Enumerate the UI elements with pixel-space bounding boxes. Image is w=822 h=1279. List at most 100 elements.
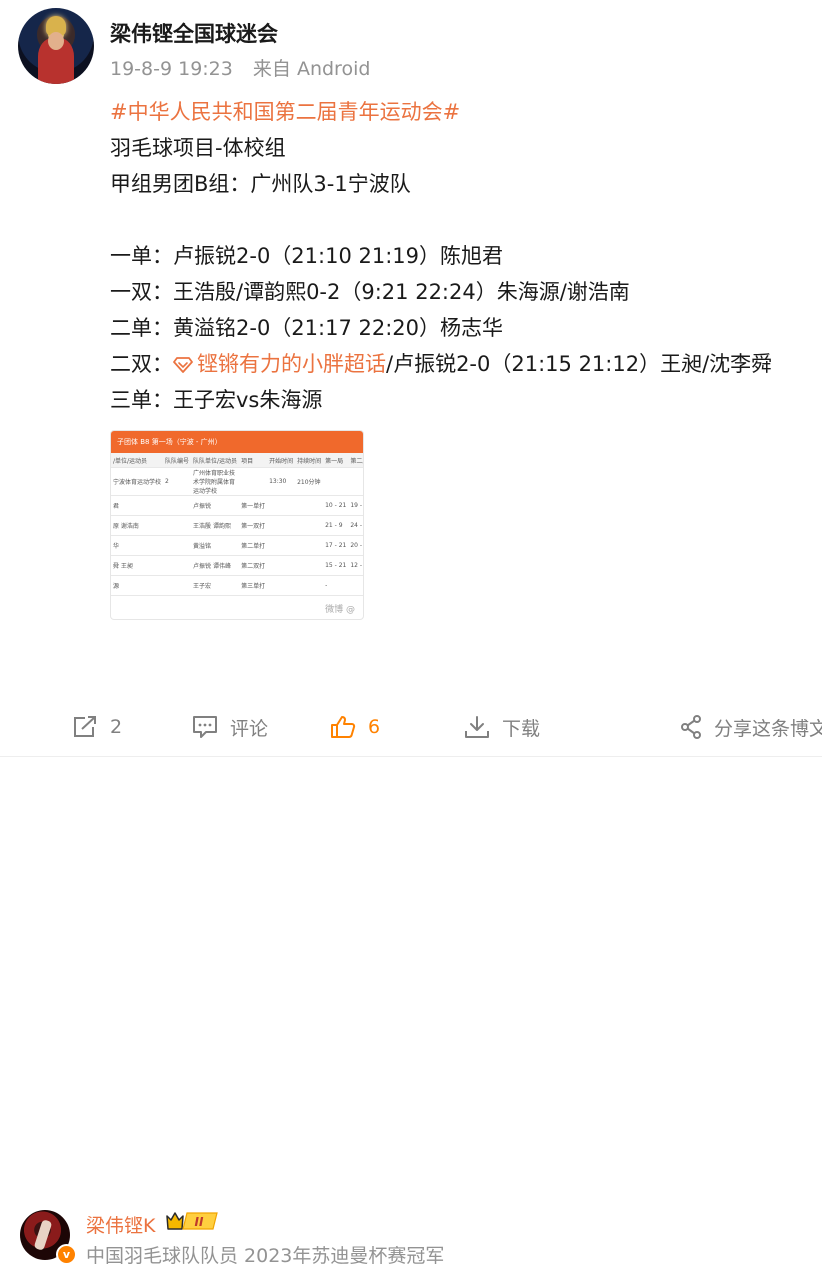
group-result-line: 甲组男团B组：广州队3-1宁波队 bbox=[110, 172, 411, 196]
thumbnail-cell: 24 - 22 bbox=[348, 515, 363, 536]
thumbnail-cell bbox=[348, 467, 363, 496]
thumbnail-cell: 卢振锐 谭伟峰 bbox=[191, 555, 240, 576]
thumbnail-row: 宁波体育运动学校 2 广州体育职业技术学院附属体育运动学校 13:30 210分… bbox=[111, 467, 363, 496]
thumbnail-cell bbox=[239, 467, 268, 496]
thumbnail-cell bbox=[323, 467, 349, 496]
thumbnail-cell: 第一双打 bbox=[239, 515, 268, 536]
thumbnail-cell bbox=[267, 535, 296, 556]
comment-icon bbox=[193, 716, 217, 738]
thumbnail-cell bbox=[295, 575, 324, 596]
share-icon bbox=[681, 715, 701, 739]
thumbnail-cell: 第一单打 bbox=[239, 495, 268, 516]
thumbnail-row: 华 黄溢铭 第二单打 17 - 21 20 - 22 bbox=[111, 535, 363, 556]
thumbnail-row: 舜 王昶 卢振锐 谭伟峰 第二双打 15 - 21 12 - 21 bbox=[111, 555, 363, 576]
thumbnail-header-row: /单位/运动员 队队编号 队队单位/运动员 项目 开始时间 持续时间 第一局 第… bbox=[111, 453, 363, 468]
thumbnail-header-cell: 第一局 bbox=[323, 453, 349, 468]
thumbnail-cell bbox=[163, 555, 192, 576]
thumbnail-cell bbox=[267, 575, 296, 596]
match-line-ms2: 二单：黄溢铭2-0（21:17 22:20）杨志华 bbox=[110, 316, 504, 340]
thumbnail-cell: 第二双打 bbox=[239, 555, 268, 576]
user-avatar[interactable] bbox=[18, 8, 94, 84]
thumbnail-cell bbox=[163, 575, 192, 596]
match-line-md1: 一双：王浩殷/谭韵熙0-2（9:21 22:24）朱海源/谢浩南 bbox=[110, 280, 630, 304]
author-description: 中国羽毛球队队员 2023年苏迪曼杯赛冠军 bbox=[86, 1245, 445, 1267]
thumbnail-cell: 20 - 22 bbox=[348, 535, 363, 556]
post-meta: 19-8-9 19:23 来自 Android bbox=[110, 54, 384, 81]
thumbnail-table: /单位/运动员 队队编号 队队单位/运动员 项目 开始时间 持续时间 第一局 第… bbox=[111, 453, 363, 596]
match-line-ms3: 三单：王子宏vs朱海源 bbox=[110, 388, 323, 412]
repost-icon bbox=[74, 716, 96, 737]
thumbnail-header-cell: /单位/运动员 bbox=[111, 453, 164, 468]
post-image-thumbnail[interactable]: 子团体 B8 第一场（宁波 - 广州） /单位/运动员 队队编号 队队单位/运动… bbox=[110, 430, 364, 620]
thumbnail-cell: 10 - 21 bbox=[323, 495, 349, 516]
thumbnail-cell: 源 bbox=[111, 575, 164, 596]
thumbs-up-icon bbox=[331, 716, 356, 738]
download-icon bbox=[465, 716, 489, 738]
thumbnail-cell bbox=[163, 515, 192, 536]
thumbnail-cell bbox=[267, 495, 296, 516]
thumbnail-cell: 王子宏 bbox=[191, 575, 240, 596]
thumbnail-cell: 17 - 21 bbox=[323, 535, 349, 556]
thumbnail-header-cell: 项目 bbox=[239, 453, 268, 468]
thumbnail-cell: 舜 王昶 bbox=[111, 555, 164, 576]
thumbnail-cell bbox=[163, 495, 192, 516]
supertopic-link[interactable]: 铿锵有力的小胖超话 bbox=[173, 352, 386, 376]
like-count: 6 bbox=[368, 716, 381, 738]
post-header: 梁伟铿全国球迷会 19-8-9 19:23 来自 Android bbox=[18, 8, 818, 88]
post-author-name[interactable]: 梁伟铿全国球迷会 bbox=[110, 18, 278, 48]
thumbnail-header-cell: 开始时间 bbox=[267, 453, 296, 468]
thumbnail-cell: 19 - 21 bbox=[348, 495, 363, 516]
thumbnail-cell: - bbox=[323, 575, 349, 596]
post-action-bar: 2 评论 6 下载 分享这条博文 bbox=[0, 700, 822, 757]
author-card[interactable]: v 梁伟铿K II 中国羽毛球队队员 2023年苏迪曼杯赛冠军 bbox=[20, 1208, 810, 1272]
download-button[interactable]: 下载 bbox=[464, 712, 540, 742]
thumbnail-cell bbox=[295, 515, 324, 536]
thumbnail-cell bbox=[267, 555, 296, 576]
thumbnail-watermark: 微博 @ bbox=[325, 605, 355, 615]
thumbnail-cell: 卢振锐 bbox=[191, 495, 240, 516]
thumbnail-header-cell: 第二局 bbox=[348, 453, 363, 468]
download-label: 下载 bbox=[502, 717, 541, 740]
thumbnail-cell: 21 - 9 bbox=[323, 515, 349, 536]
thumbnail-cell: 第二单打 bbox=[239, 535, 268, 556]
thumbnail-cell: 王浩殷 谭韵熙 bbox=[191, 515, 240, 536]
thumbnail-cell bbox=[163, 535, 192, 556]
repost-button[interactable]: 2 bbox=[72, 712, 122, 742]
member-crown-badge-icon: II bbox=[166, 1212, 218, 1230]
thumbnail-header-cell: 队队单位/运动员 bbox=[191, 453, 240, 468]
author-name[interactable]: 梁伟铿K bbox=[86, 1211, 155, 1238]
thumbnail-row: 源 王子宏 第三单打 - bbox=[111, 575, 363, 596]
thumbnail-header-cell: 持续时间 bbox=[295, 453, 324, 468]
share-button[interactable]: 分享这条博文 bbox=[680, 712, 822, 742]
hashtag-line: #中华人民共和国第二届青年运动会# bbox=[110, 94, 815, 130]
thumbnail-cell: 13:30 bbox=[267, 467, 296, 496]
thumbnail-cell: 原 谢浩南 bbox=[111, 515, 164, 536]
repost-count: 2 bbox=[110, 716, 123, 738]
avatar-figure bbox=[33, 1219, 53, 1251]
thumbnail-title-bar: 子团体 B8 第一场（宁波 - 广州） bbox=[111, 431, 363, 453]
comment-button[interactable]: 评论 bbox=[192, 712, 268, 742]
event-line: 羽毛球项目-体校组 bbox=[110, 136, 286, 160]
thumbnail-cell: 210分钟 bbox=[295, 467, 324, 496]
thumbnail-cell: 广州体育职业技术学院附属体育运动学校 bbox=[191, 467, 240, 496]
comment-label: 评论 bbox=[230, 717, 269, 740]
thumbnail-cell: 华 bbox=[111, 535, 164, 556]
verified-badge-icon: v bbox=[56, 1244, 77, 1265]
thumbnail-header-cell: 队队编号 bbox=[163, 453, 192, 468]
thumbnail-cell: 12 - 21 bbox=[348, 555, 363, 576]
hashtag-link[interactable]: #中华人民共和国第二届青年运动会# bbox=[110, 100, 460, 124]
share-label: 分享这条博文 bbox=[714, 717, 822, 740]
like-button[interactable]: 6 bbox=[330, 712, 380, 742]
thumbnail-cell bbox=[295, 495, 324, 516]
post-source: 来自 Android bbox=[252, 58, 371, 80]
face-graphic bbox=[48, 32, 64, 50]
diamond-icon bbox=[173, 357, 193, 373]
match-line-md2: 二双： 铿锵有力的小胖超话/卢振锐2-0（21:15 21:12）王昶/沈李舜 bbox=[110, 346, 815, 382]
thumbnail-cell: 君 bbox=[111, 495, 164, 516]
thumbnail-row: 君 卢振锐 第一单打 10 - 21 19 - 21 bbox=[111, 495, 363, 516]
thumbnail-row: 原 谢浩南 王浩殷 谭韵熙 第一双打 21 - 9 24 - 22 bbox=[111, 515, 363, 536]
thumbnail-cell: 15 - 21 bbox=[323, 555, 349, 576]
md2-prefix: 二双： bbox=[110, 352, 173, 376]
post-time[interactable]: 19-8-9 19:23 bbox=[110, 58, 233, 80]
